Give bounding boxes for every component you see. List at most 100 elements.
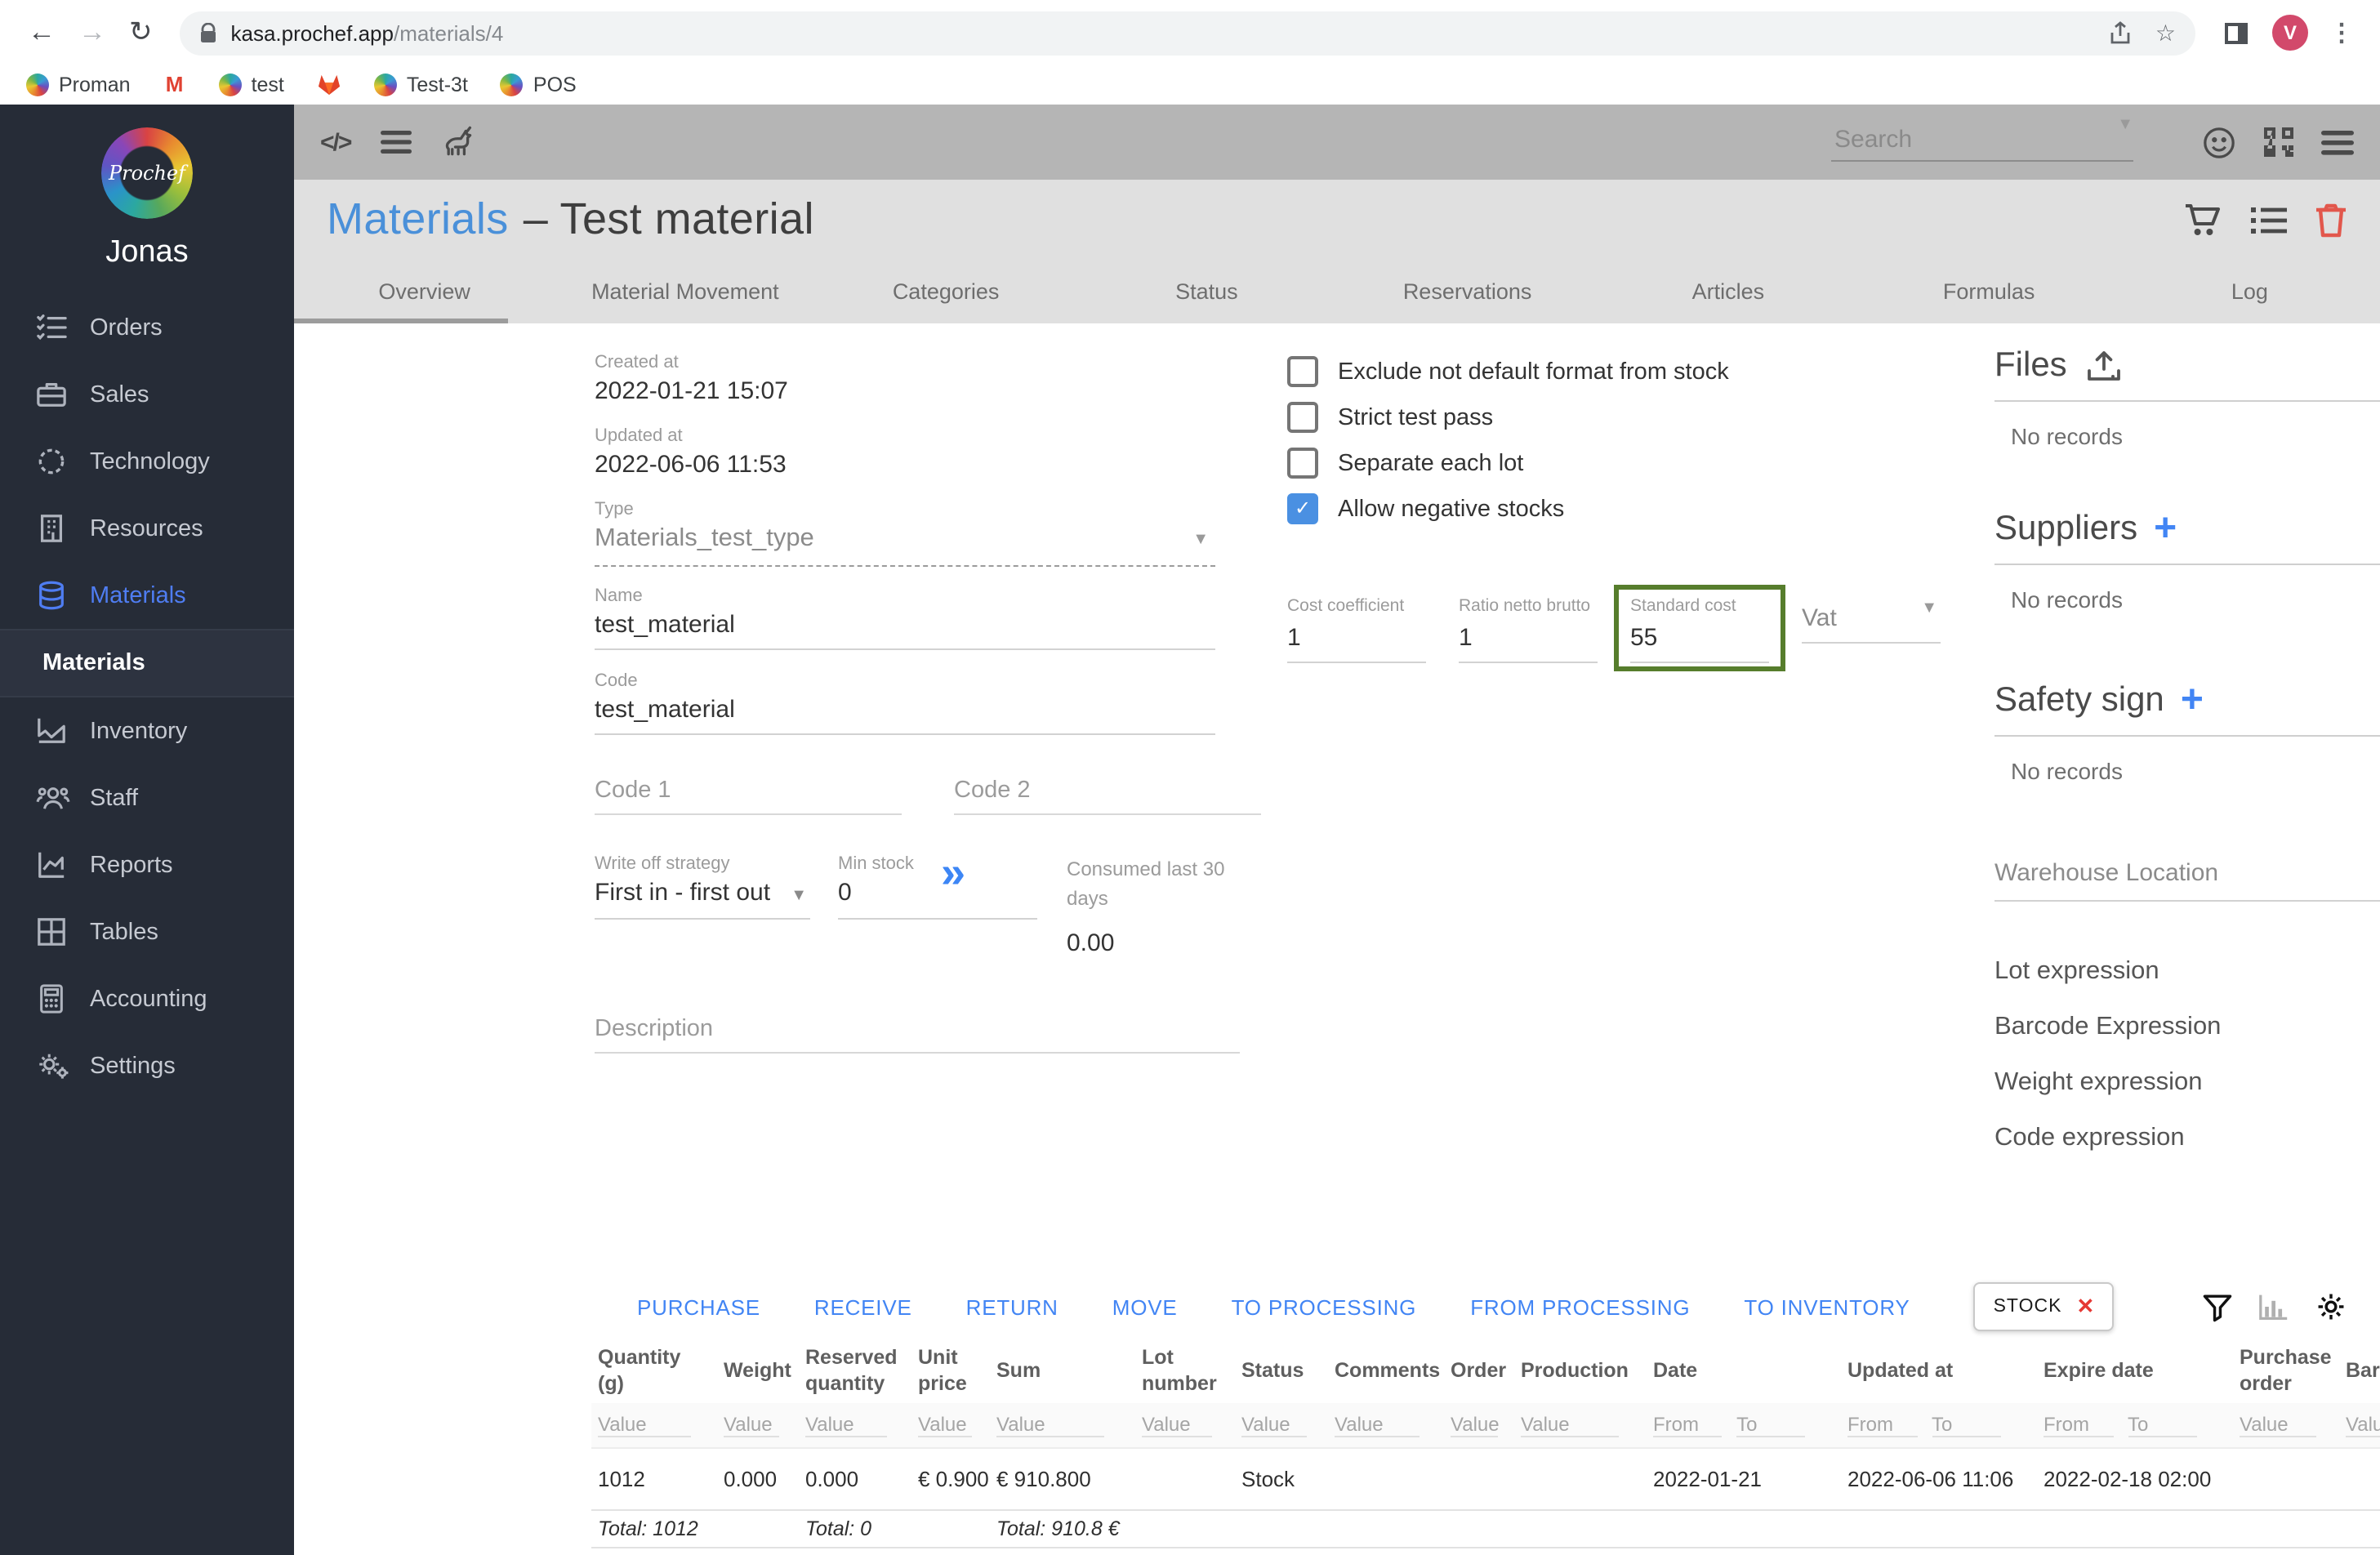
min-stock-input[interactable]: Min stock 0 [838, 854, 1037, 957]
type-expand-icon[interactable]: » [941, 850, 965, 894]
bookmark-item[interactable]: test [218, 74, 284, 96]
sidebar-item-materials[interactable]: Materials [0, 562, 294, 629]
receive-button[interactable]: RECEIVE [814, 1294, 912, 1319]
sidebar-item-reports[interactable]: Reports [0, 831, 294, 898]
filter-icon[interactable] [2202, 1291, 2233, 1322]
tab-material-movement[interactable]: Material Movement [555, 260, 815, 323]
filter-input[interactable]: To [1736, 1412, 1806, 1437]
filter-input[interactable]: Value [1142, 1412, 1213, 1437]
stock-table-row[interactable]: 1012 0.000 0.000 € 0.900 € 910.800 Stock 2022-… [591, 1446, 2380, 1509]
tab-articles[interactable]: Articles [1598, 260, 1858, 323]
profile-avatar[interactable]: V [2272, 15, 2308, 51]
standard-cost-input[interactable]: Standard cost 55 [1614, 585, 1785, 671]
column-header-reserved-quantity[interactable]: Reserved quantity [799, 1339, 911, 1402]
chart-icon[interactable] [2257, 1292, 2290, 1321]
checkbox-strict-test-pass[interactable]: Strict test pass [1287, 402, 1973, 433]
sidebar-item-orders[interactable]: Orders [0, 294, 294, 361]
sidebar-item-tables[interactable]: Tables [0, 898, 294, 965]
column-header-purchase-order[interactable]: Purchase order [2233, 1339, 2339, 1402]
bookmark-item[interactable]: Test-3t [373, 74, 468, 96]
checkbox-box[interactable] [1287, 356, 1318, 387]
from-processing-button[interactable]: FROM PROCESSING [1470, 1294, 1690, 1319]
column-header-barcode[interactable]: Barcode [2339, 1339, 2380, 1402]
tab-reservations[interactable]: Reservations [1337, 260, 1598, 323]
gear-icon[interactable] [2315, 1290, 2347, 1323]
column-header-sum[interactable]: Sum [990, 1339, 1135, 1402]
filter-input[interactable]: From [1653, 1412, 1723, 1437]
warehouse-location-select[interactable]: Warehouse Location ▼ [1994, 859, 2380, 902]
code1-input[interactable]: Code 1 [595, 778, 902, 815]
sidebar-item-technology[interactable]: Technology [0, 428, 294, 495]
checkbox-box[interactable]: ✓ [1287, 493, 1318, 524]
column-header-unit-price[interactable]: Unit price [911, 1339, 990, 1402]
stock-filter-chip[interactable]: STOCK ✕ [1973, 1282, 2115, 1331]
type-select[interactable]: Type Materials_test_type ▼ [595, 500, 1215, 567]
list-view-icon[interactable] [2251, 205, 2287, 234]
move-button[interactable]: MOVE [1112, 1294, 1178, 1319]
cost-coefficient-input[interactable]: Cost coefficient 1 [1287, 596, 1426, 663]
column-header-status[interactable]: Status [1235, 1339, 1328, 1402]
sidebar-item-settings[interactable]: Settings [0, 1032, 294, 1099]
side-panel-icon[interactable] [2223, 20, 2249, 45]
filter-input[interactable]: To [1932, 1412, 2002, 1437]
sidebar-subitem-materials[interactable]: Materials [0, 629, 294, 697]
checkbox-box[interactable] [1287, 402, 1318, 433]
description-input[interactable]: Description [595, 1016, 1240, 1054]
bookmark-item[interactable]: Proman [26, 74, 131, 96]
delete-icon[interactable] [2315, 202, 2347, 238]
sidebar-item-sales[interactable]: Sales [0, 361, 294, 428]
column-header-date[interactable]: Date [1647, 1339, 1841, 1402]
toolbar-menu-icon[interactable] [2321, 130, 2354, 154]
filter-input[interactable]: To [2128, 1412, 2198, 1437]
filter-input[interactable]: Value [2240, 1412, 2316, 1437]
column-header-order[interactable]: Order [1444, 1339, 1514, 1402]
filter-input[interactable]: From [1847, 1412, 1918, 1437]
filter-input[interactable]: Value [1521, 1412, 1619, 1437]
qr-code-icon[interactable] [2262, 126, 2295, 158]
write-off-strategy-select[interactable]: Write off strategy First in - first out ▼ [595, 854, 810, 957]
purchase-button[interactable]: PURCHASE [637, 1294, 760, 1319]
cart-icon[interactable] [2184, 202, 2223, 238]
reload-button[interactable]: ↻ [129, 16, 153, 49]
code-input[interactable]: Code test_material [595, 671, 1215, 735]
checkbox-allow-negative-stocks[interactable]: ✓ Allow negative stocks [1287, 493, 1973, 524]
code2-input[interactable]: Code 2 [954, 778, 1261, 815]
checkbox-box[interactable] [1287, 448, 1318, 479]
vat-input[interactable]: Vat ▼ [1802, 596, 1941, 644]
filter-input[interactable]: From [2044, 1412, 2114, 1437]
filter-input[interactable]: Value [918, 1412, 972, 1437]
tab-status[interactable]: Status [1076, 260, 1337, 323]
filter-input[interactable]: Value [1451, 1412, 1500, 1437]
filter-input[interactable]: Value [1241, 1412, 1308, 1437]
name-input[interactable]: Name test_material [595, 586, 1215, 650]
filter-input[interactable]: Value [1335, 1412, 1420, 1437]
column-header-lot-number[interactable]: Lot number [1135, 1339, 1235, 1402]
sidebar-item-resources[interactable]: Resources [0, 495, 294, 562]
column-header-expire-date[interactable]: Expire date [2037, 1339, 2233, 1402]
share-icon[interactable] [2110, 20, 2133, 45]
checkbox-exclude-not-default-format-from-stock[interactable]: Exclude not default format from stock [1287, 356, 1973, 387]
remove-stock-filter-icon[interactable]: ✕ [2076, 1294, 2094, 1320]
add-safety-sign-button[interactable]: + [2181, 680, 2204, 720]
code-icon[interactable]: </> [320, 128, 352, 156]
filter-input[interactable]: Value [598, 1412, 691, 1437]
return-button[interactable]: RETURN [966, 1294, 1059, 1319]
bookmark-item[interactable]: M [163, 73, 186, 96]
add-supplier-button[interactable]: + [2154, 509, 2177, 548]
filter-input[interactable]: Value [996, 1412, 1105, 1437]
filter-input[interactable]: Value [2346, 1412, 2380, 1437]
column-header-updated-at[interactable]: Updated at [1841, 1339, 2037, 1402]
filter-input[interactable]: Value [724, 1412, 780, 1437]
tab-categories[interactable]: Categories [816, 260, 1076, 323]
smiley-icon[interactable] [2202, 125, 2236, 159]
forward-button[interactable]: → [78, 16, 106, 49]
menu-icon[interactable] [380, 131, 412, 154]
address-bar[interactable]: kasa.prochef.app/materials/4 ☆ [180, 11, 2195, 55]
search-input[interactable] [1831, 123, 2159, 160]
unicorn-icon[interactable] [440, 124, 476, 160]
to-processing-button[interactable]: TO PROCESSING [1232, 1294, 1417, 1319]
browser-menu-icon[interactable]: ⋮ [2329, 18, 2354, 47]
materials-breadcrumb-link[interactable]: Materials [327, 194, 509, 243]
sidebar-item-staff[interactable]: Staff [0, 764, 294, 831]
sidebar-item-accounting[interactable]: Accounting [0, 965, 294, 1032]
